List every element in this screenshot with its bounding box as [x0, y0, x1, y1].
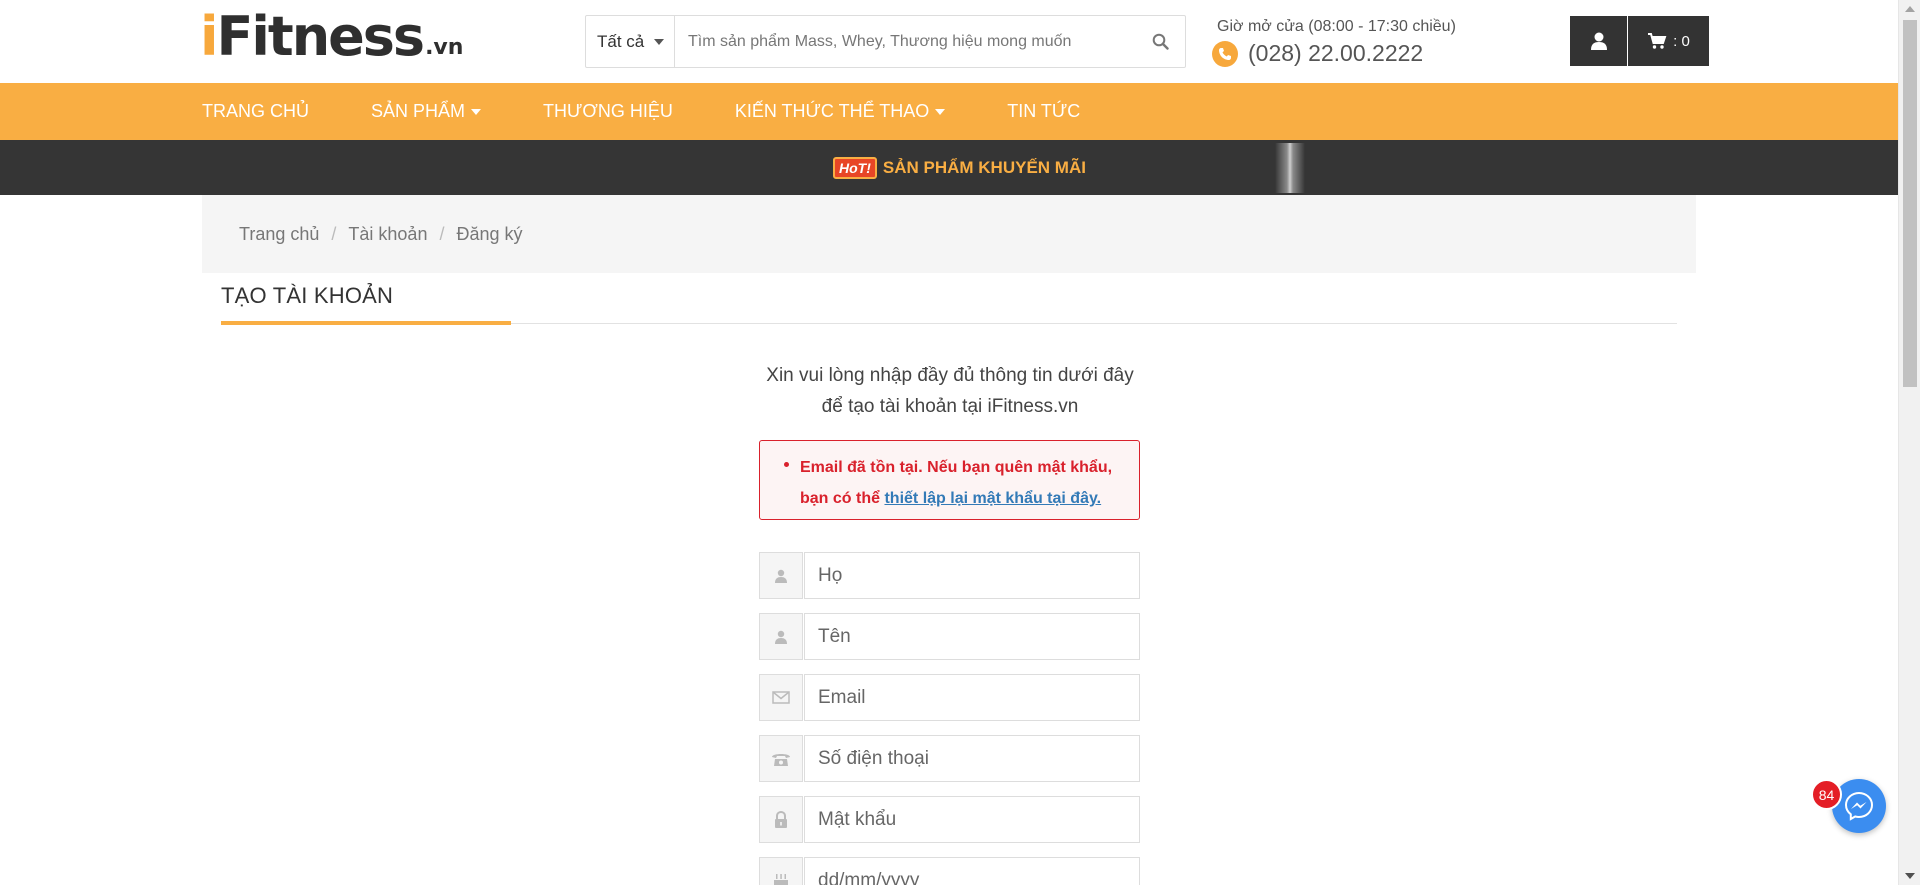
logo-prefix: i — [200, 5, 218, 68]
search-category-select[interactable]: Tất cả — [586, 16, 675, 67]
promo-text: SẢN PHẨM KHUYẾN MÃI — [882, 158, 1086, 177]
cake-icon — [759, 857, 803, 885]
nav-item-home[interactable]: TRANG CHỦ — [202, 101, 309, 122]
bullet-icon — [784, 462, 789, 467]
cart-button[interactable]: : 0 — [1628, 16, 1709, 66]
breadcrumb: Trang chủ / Tài khoản / Đăng ký — [202, 195, 1696, 273]
title-accent-bar — [221, 321, 511, 325]
site-logo[interactable]: i Fitness .vn — [200, 10, 464, 64]
breadcrumb-account[interactable]: Tài khoản — [348, 224, 427, 245]
telephone-icon — [759, 735, 803, 782]
first-name-field — [759, 613, 1140, 660]
nav-item-brands[interactable]: THƯƠNG HIỆU — [543, 101, 673, 122]
email-input[interactable] — [805, 675, 1139, 720]
site-header: iFitness.vn Tất cả Giờ mở cửa (08:00 - 1… — [0, 0, 1898, 83]
birthday-input[interactable] — [805, 858, 1139, 885]
messenger-icon — [1844, 791, 1874, 821]
first-name-input[interactable] — [805, 614, 1139, 659]
search-input[interactable] — [675, 16, 1135, 67]
nav-item-label: TIN TỨC — [1007, 101, 1081, 121]
breadcrumb-home[interactable]: Trang chủ — [239, 224, 319, 245]
search-icon — [1152, 33, 1169, 50]
promo-bar: HoT! SẢN PHẨM KHUYẾN MÃI — [0, 140, 1898, 195]
phone-input[interactable] — [805, 736, 1139, 781]
caret-down-icon — [935, 108, 946, 115]
search-category-label: Tất cả — [597, 31, 645, 51]
last-name-input[interactable] — [805, 553, 1139, 598]
scroll-down-arrow-icon[interactable] — [1905, 873, 1915, 879]
email-field — [759, 674, 1140, 721]
notification-badge: 84 — [1811, 779, 1842, 810]
page-title: TẠO TÀI KHOẢN — [221, 283, 394, 308]
promo-shine-effect — [1275, 143, 1305, 193]
nav-item-label: SẢN PHẨM — [371, 101, 466, 121]
title-divider — [221, 321, 1677, 325]
search-bar: Tất cả — [585, 15, 1186, 68]
breadcrumb-separator: / — [331, 223, 337, 244]
account-button[interactable] — [1570, 16, 1627, 66]
cart-count: : 0 — [1673, 32, 1690, 50]
hotline[interactable]: (028) 22.00.2222 — [1212, 40, 1423, 67]
hot-badge: HoT! — [833, 157, 877, 179]
logo-suffix: .vn — [425, 35, 464, 60]
breadcrumb-register: Đăng ký — [456, 223, 523, 244]
form-intro-line2: để tạo tài khoản tại iFitness.vn — [821, 396, 1079, 417]
form-intro-line1: Xin vui lòng nhập đầy đủ thông tin dưới … — [766, 365, 1134, 386]
hotline-number: (028) 22.00.2222 — [1248, 40, 1424, 66]
reset-password-link[interactable]: thiết lập lại mật khẩu tại đây. — [884, 490, 1101, 507]
scrollbar-thumb[interactable] — [1903, 20, 1917, 387]
password-field — [759, 796, 1140, 843]
scroll-up-arrow-icon[interactable] — [1905, 6, 1915, 12]
cart-icon — [1648, 33, 1667, 49]
last-name-field — [759, 552, 1140, 599]
nav-item-label: KIẾN THỨC THỂ THAO — [734, 101, 930, 121]
nav-item-label: THƯƠNG HIỆU — [543, 101, 673, 121]
chevron-down-icon — [654, 38, 665, 45]
password-input[interactable] — [805, 797, 1139, 842]
phone-icon — [1212, 40, 1238, 67]
error-message: Email đã tồn tại. Nếu bạn quên mật khẩu,… — [800, 452, 1119, 514]
phone-field — [759, 735, 1140, 782]
main-nav: TRANG CHỦ SẢN PHẨM THƯƠNG HIỆU KIẾN THỨC… — [0, 83, 1898, 140]
caret-down-icon — [471, 108, 482, 115]
nav-item-products[interactable]: SẢN PHẨM — [371, 101, 482, 122]
form-intro: Xin vui lòng nhập đầy đủ thông tin dưới … — [740, 360, 1160, 422]
user-icon — [759, 613, 803, 660]
search-button[interactable] — [1135, 16, 1185, 67]
envelope-icon — [759, 674, 803, 721]
birthday-field — [759, 857, 1140, 885]
nav-item-label: TRANG CHỦ — [202, 101, 309, 121]
user-icon — [759, 552, 803, 599]
opening-hours: Giờ mở cửa (08:00 - 17:30 chiều) — [1217, 18, 1456, 35]
user-icon — [1590, 32, 1607, 50]
logo-name: Fitness — [216, 5, 426, 68]
page-scrollbar[interactable] — [1898, 0, 1920, 885]
nav-item-sport-knowledge[interactable]: KIẾN THỨC THỂ THAO — [734, 101, 946, 122]
lock-icon — [759, 796, 803, 843]
promo-link[interactable]: HoT! SẢN PHẨM KHUYẾN MÃI — [833, 157, 1086, 179]
error-alert: Email đã tồn tại. Nếu bạn quên mật khẩu,… — [759, 440, 1140, 520]
breadcrumb-separator: / — [439, 223, 445, 244]
nav-item-news[interactable]: TIN TỨC — [1007, 101, 1080, 122]
